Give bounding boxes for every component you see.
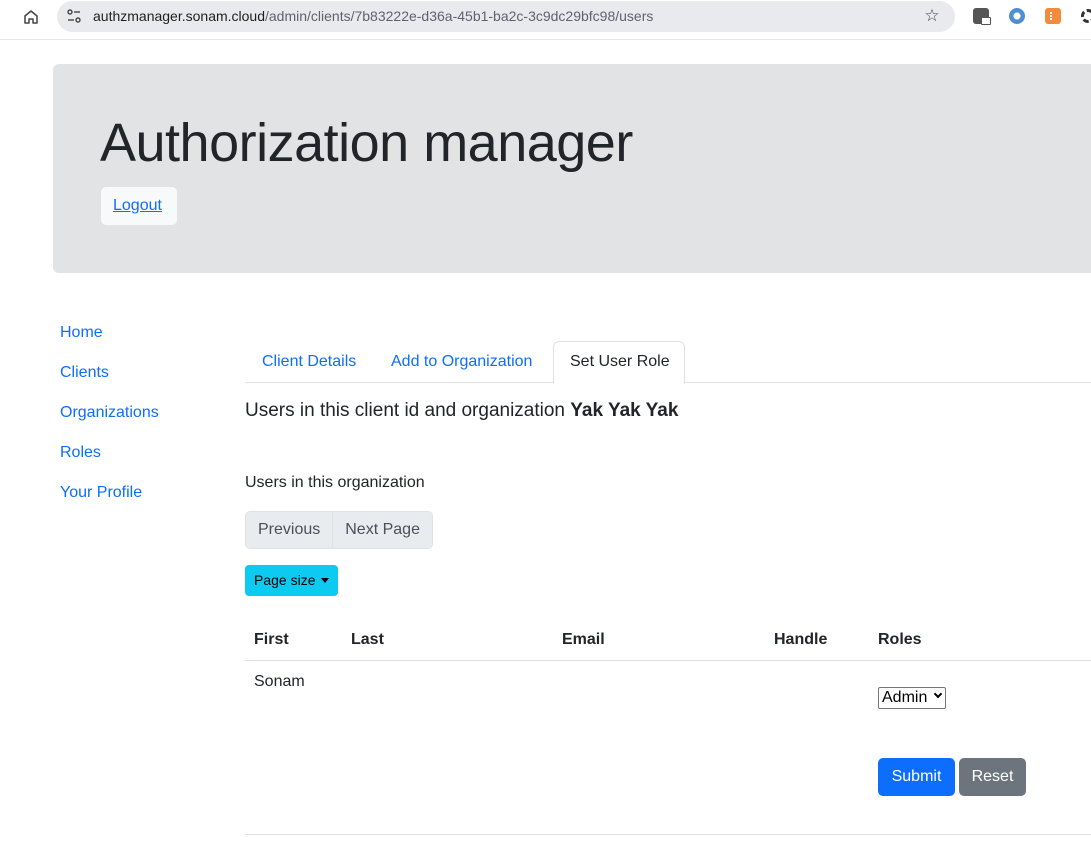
tab-add-to-organization[interactable]: Add to Organization [375,341,548,383]
extension-icon[interactable] [1009,8,1025,24]
site-info-icon[interactable] [65,7,83,25]
page-size-dropdown[interactable]: Page size [245,565,339,596]
sidebar-item-roles[interactable]: Roles [60,442,230,482]
column-header-email: Email [562,631,605,648]
column-header-roles: Roles [878,631,922,648]
logout-container: Logout [101,187,177,225]
cell-first-name: Sonam [254,673,305,690]
table-row: Sonam Admin Submit Reset [245,661,1091,835]
role-select[interactable]: Admin [878,687,946,709]
column-header-last: Last [351,631,384,648]
sidebar-item-your-profile[interactable]: Your Profile [60,482,230,522]
section-title-prefix: Users in this client id and organization [245,400,571,421]
pagination: Previous Next Page [245,511,433,549]
tab-set-user-role[interactable]: Set User Role [553,341,685,384]
page-title: Authorization manager [100,113,633,173]
browser-toolbar: authzmanager.sonam.cloud/admin/clients/7… [0,0,1091,40]
url-host: authzmanager.sonam.cloud [93,8,265,24]
chevron-down-icon [933,689,943,699]
organization-name: Yak Yak Yak [570,400,679,421]
tab-bar: Client Details Add to Organization Set U… [245,341,1091,384]
home-button[interactable] [20,7,42,27]
previous-page-button[interactable]: Previous [246,512,333,548]
users-table: First Last Email Handle Roles Sonam Admi… [245,620,1091,835]
extension-icon[interactable] [973,8,991,25]
logout-link[interactable]: Logout [113,197,162,215]
column-header-handle: Handle [774,631,828,648]
extension-icon[interactable] [1045,8,1061,24]
extension-icon[interactable] [1081,9,1091,23]
main-content: Client Details Add to Organization Set U… [245,341,1091,835]
sidebar-item-organizations[interactable]: Organizations [60,402,230,442]
address-bar[interactable]: authzmanager.sonam.cloud/admin/clients/7… [57,1,955,32]
page-header: Authorization manager Logout [53,64,1091,273]
home-icon [24,10,38,24]
submit-button[interactable]: Submit [878,758,955,796]
page-size-label: Page size [254,572,316,588]
url-path: /admin/clients/7b83222e-d36a-45b1-ba2c-3… [265,8,654,24]
section-title: Users in this client id and organization… [245,400,678,422]
table-header: First Last Email Handle Roles [245,620,1091,661]
reset-button[interactable]: Reset [959,758,1026,796]
next-page-button[interactable]: Next Page [332,512,432,548]
sidebar-item-clients[interactable]: Clients [60,362,230,402]
role-select-value: Admin [882,689,928,706]
bookmark-star-icon[interactable]: ☆ [923,7,941,25]
users-subtitle: Users in this organization [245,474,425,491]
sidebar-item-home[interactable]: Home [60,322,230,362]
url-text[interactable]: authzmanager.sonam.cloud/admin/clients/7… [93,8,653,24]
caret-down-icon [321,578,330,583]
column-header-first: First [254,631,289,648]
sidebar-nav: Home Clients Organizations Roles Your Pr… [60,322,230,522]
tab-client-details[interactable]: Client Details [246,341,372,383]
